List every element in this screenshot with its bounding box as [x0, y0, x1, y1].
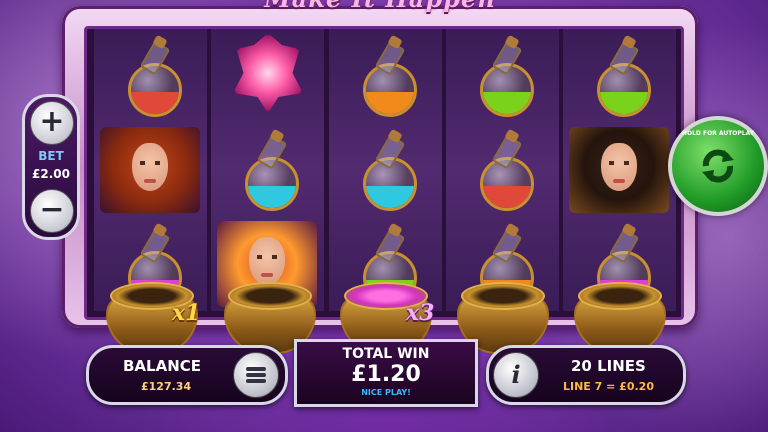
bet-value: £2.00 [32, 167, 70, 181]
reel-symbol [94, 29, 207, 123]
reel-symbol [211, 29, 324, 123]
portrait-redhead-icon [100, 127, 200, 213]
reel-symbol [329, 123, 442, 217]
cauldron-multiplier: x3 [406, 300, 435, 326]
bet-increase-button[interactable]: + [30, 101, 74, 145]
reel-4 [446, 29, 559, 311]
total-win-label: TOTAL WIN [342, 346, 430, 362]
hamburger-menu-icon [246, 367, 266, 383]
refresh-arrows-icon [702, 149, 734, 183]
bet-decrease-button[interactable]: − [30, 189, 74, 233]
reel-symbol [329, 29, 442, 123]
reel-symbol [211, 123, 324, 217]
reel-symbol [446, 123, 559, 217]
orange-potion-icon [359, 34, 419, 117]
info-icon: i [511, 360, 521, 389]
green-potion-icon [476, 34, 536, 117]
red-potion-icon [124, 34, 184, 117]
reel-2 [211, 29, 324, 311]
game-title: Make It Happen [230, 0, 530, 14]
lines-panel: i 20 LINES LINE 7 = £0.20 [486, 345, 686, 405]
cauldron [572, 282, 666, 354]
red-potion-icon [476, 128, 536, 211]
total-win-panel: TOTAL WIN £1.20 NICE PLAY! [294, 339, 478, 407]
reel-1 [94, 29, 207, 311]
balance-value: £127.34 [141, 380, 192, 393]
bet-label: BET [38, 149, 64, 163]
reel-5 [563, 29, 676, 311]
line-win-detail: LINE 7 = £0.20 [563, 380, 654, 393]
balance-label: BALANCE [123, 357, 202, 375]
cyan-potion-icon [359, 128, 419, 211]
pink-crystal-icon [233, 33, 303, 113]
total-win-amount: £1.20 [351, 362, 421, 387]
reel-symbol [94, 123, 207, 217]
lines-count: 20 LINES [571, 357, 646, 375]
reel-3 [329, 29, 442, 311]
green-potion-icon [593, 34, 653, 117]
spin-button[interactable]: HOLD FOR AUTOPLAY [668, 116, 768, 216]
bet-panel: + BET £2.00 − [22, 94, 80, 240]
cauldron-multiplier: x1 [172, 300, 201, 326]
portrait-brunette-icon [569, 127, 669, 213]
cyan-potion-icon [241, 128, 301, 211]
reel-symbol [563, 123, 676, 217]
balance-panel: BALANCE £127.34 [86, 345, 288, 405]
autoplay-caption: HOLD FOR AUTOPLAY [681, 130, 755, 137]
reel-symbol [563, 29, 676, 123]
win-message: NICE PLAY! [361, 388, 411, 397]
info-button[interactable]: i [493, 352, 539, 398]
reel-symbol [446, 29, 559, 123]
menu-button[interactable] [233, 352, 279, 398]
